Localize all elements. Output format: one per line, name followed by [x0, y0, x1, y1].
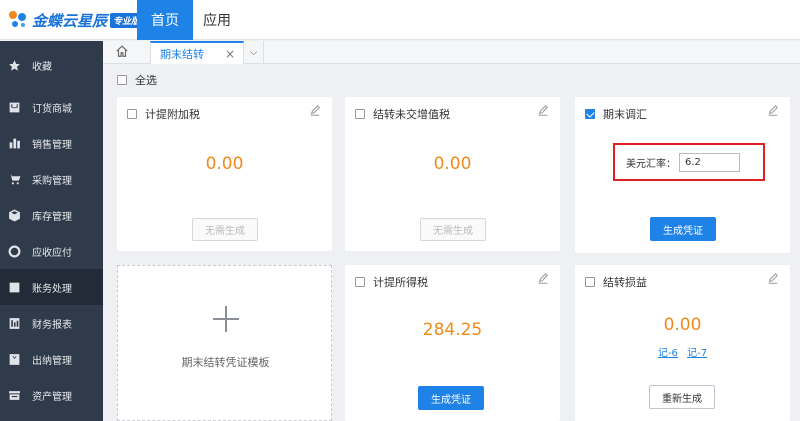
template-label: 期末结转凭证模板: [181, 356, 270, 369]
card-income-tax: 计提所得税 284.25 生成凭证: [345, 265, 560, 421]
card-title: 计提附加税: [145, 108, 200, 121]
sidebar-item-label: 采购管理: [32, 175, 72, 187]
regenerate-button[interactable]: 重新生成: [649, 385, 715, 409]
sidebar-item-accounting[interactable]: 账务处理: [0, 269, 103, 305]
asset-icon: [7, 388, 21, 402]
sidebar-item-cashier[interactable]: 出纳管理: [0, 341, 103, 377]
logo[interactable]: 金蝶云星辰 专业版: [8, 8, 144, 32]
card-checkbox[interactable]: [355, 109, 365, 119]
sidebar-item-inventory[interactable]: 库存管理: [0, 197, 103, 233]
card-title: 期末调汇: [603, 108, 647, 121]
logo-text: 金蝶云星辰: [32, 11, 108, 30]
voucher-links: 记-6 记-7: [575, 344, 790, 359]
no-need-generate-button[interactable]: 无需生成: [192, 218, 258, 241]
no-need-generate-button[interactable]: 无需生成: [420, 218, 486, 241]
generate-voucher-button[interactable]: 生成凭证: [650, 217, 716, 241]
sidebar-item-purchase[interactable]: 采购管理: [0, 161, 103, 197]
tab-period-end-closing[interactable]: 期末结转 ×: [150, 41, 244, 64]
closing-voucher-template-card[interactable]: 期末结转凭证模板: [117, 265, 332, 421]
report-icon: [7, 316, 21, 330]
sidebar-item-label: 财务报表: [32, 319, 72, 331]
edit-icon[interactable]: [767, 105, 780, 118]
logo-mark-icon: [8, 9, 30, 31]
card-title: 结转损益: [603, 276, 647, 289]
voucher-link[interactable]: 记-6: [658, 348, 678, 359]
card-checkbox[interactable]: [355, 277, 365, 287]
star-icon: [7, 58, 21, 72]
generate-voucher-button[interactable]: 生成凭证: [418, 386, 484, 410]
ledger-icon: [7, 280, 21, 294]
cart-icon: [7, 172, 21, 186]
edit-icon[interactable]: [309, 105, 322, 118]
sidebar-item-receivable-payable[interactable]: 应收应付: [0, 233, 103, 269]
sidebar-item-assets[interactable]: 资产管理: [0, 377, 103, 413]
card-title: 结转未交增值税: [373, 108, 450, 121]
sidebar-item-label: 销售管理: [32, 139, 72, 151]
card-fx-adjustment: 期末调汇 美元汇率： 生成凭证: [575, 97, 790, 253]
sidebar-item-financial-report[interactable]: 财务报表: [0, 305, 103, 341]
select-all-label: 全选: [135, 74, 157, 87]
card-value: 0.00: [663, 315, 702, 335]
card-surcharge-tax: 计提附加税 0.00 无需生成: [117, 97, 332, 251]
nav-app[interactable]: 应用: [193, 0, 241, 40]
sidebar-item-label: 账务处理: [32, 283, 72, 295]
usd-rate-input[interactable]: [679, 152, 740, 172]
plus-icon: [213, 306, 239, 332]
close-icon[interactable]: ×: [225, 47, 235, 61]
card-transfer-vat: 结转未交增值税 0.00 无需生成: [345, 97, 560, 251]
sidebar-item-order-mall[interactable]: 订货商城: [0, 89, 103, 125]
edit-icon[interactable]: [767, 273, 780, 286]
card-value: 284.25: [422, 320, 483, 340]
card-value: 0.00: [205, 154, 244, 174]
shop-icon: [7, 100, 21, 114]
card-checkbox[interactable]: [127, 109, 137, 119]
sidebar-item-label: 出纳管理: [32, 355, 72, 367]
sidebar-item-label: 收藏: [32, 61, 52, 73]
card-title: 计提所得税: [373, 276, 428, 289]
tab-strip: 期末结转 × ⌵: [103, 41, 800, 64]
card-checkbox[interactable]: [585, 277, 595, 287]
bar-chart-icon: [7, 136, 21, 150]
card-checkbox[interactable]: [585, 109, 595, 119]
box-icon: [7, 208, 21, 222]
top-bar: 金蝶云星辰 专业版 首页 应用: [0, 0, 800, 40]
coin-icon: [7, 244, 21, 258]
sidebar-item-label: 库存管理: [32, 211, 72, 223]
sidebar-item-label: 资产管理: [32, 391, 72, 403]
voucher-link[interactable]: 记-7: [687, 348, 707, 359]
sidebar-item-favorites[interactable]: 收藏: [0, 47, 103, 83]
sidebar-item-sales[interactable]: 销售管理: [0, 125, 103, 161]
edit-icon[interactable]: [537, 105, 550, 118]
card-transfer-pl: 结转损益 0.00 记-6 记-7 重新生成: [575, 265, 790, 421]
sidebar: 收藏 订货商城 销售管理 采购管理 库存管理 应收应付 账务处理 财务报表 出纳…: [0, 41, 103, 421]
card-value: 0.00: [433, 154, 472, 174]
home-icon[interactable]: [115, 44, 131, 60]
select-all-checkbox[interactable]: [117, 75, 127, 85]
cashier-icon: [7, 352, 21, 366]
sidebar-item-label: 订货商城: [32, 103, 72, 115]
sidebar-item-label: 应收应付: [32, 247, 72, 259]
select-all[interactable]: 全选: [117, 72, 157, 88]
nav-home[interactable]: 首页: [137, 0, 193, 40]
edit-icon[interactable]: [537, 273, 550, 286]
usd-rate-box: 美元汇率：: [613, 143, 765, 181]
usd-rate-label: 美元汇率：: [626, 158, 676, 170]
tab-label: 期末结转: [160, 47, 204, 61]
chevron-down-icon[interactable]: ⌵: [244, 41, 264, 64]
